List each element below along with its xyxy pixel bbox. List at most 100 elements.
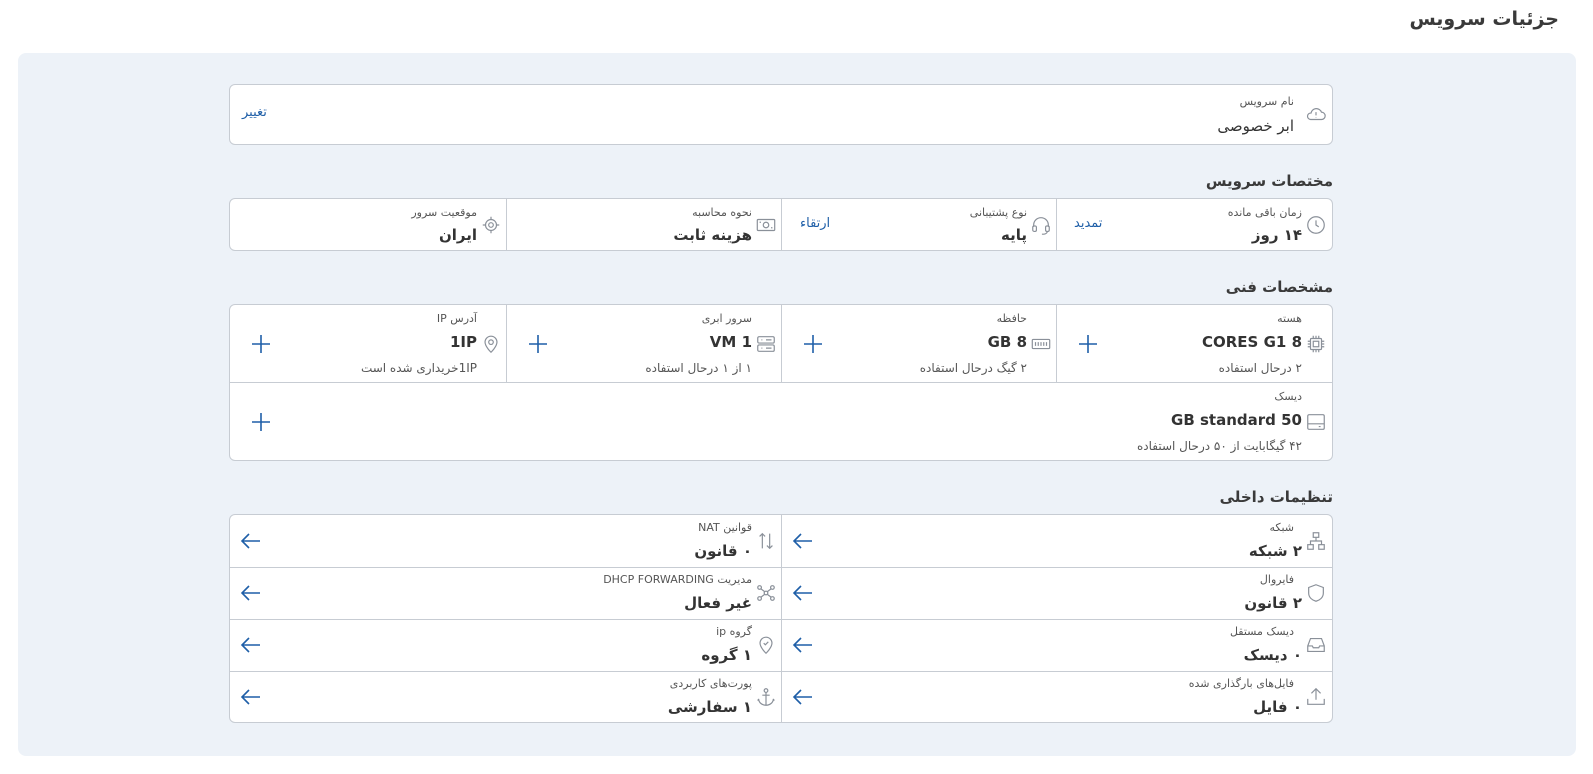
network-label: شبکه (1269, 521, 1294, 534)
money-icon (754, 213, 778, 237)
internal-section-title: تنظیمات داخلی (1219, 488, 1333, 506)
server-location-cell: موقعیت سرور ایران (230, 199, 507, 250)
ip-group-row[interactable]: گروه ip ۱ گروه (230, 619, 782, 671)
service-name-value: ابر خصوصی (1217, 117, 1294, 135)
vm-label: سرور ابری (701, 312, 752, 325)
add-disk-button[interactable] (248, 409, 274, 435)
nat-row[interactable]: قوانین NAT ۰ قانون (230, 515, 782, 567)
uploaded-files-label: فایل‌های بارگذاری شده (1188, 677, 1294, 690)
service-name-label: نام سرویس (1239, 95, 1294, 108)
support-type-cell: نوع پشتیبانی پایه ارتقاء (782, 199, 1057, 250)
anchor-icon (754, 685, 778, 709)
disk-cell: دیسک 50 GB standard ۴۲ گیگابایت از ۵۰ در… (230, 383, 1332, 460)
cores-cell: هسته 8 CORES G1 ۲ درحال استفاده (1057, 305, 1332, 382)
clock-icon (1304, 213, 1328, 237)
cpu-icon (1304, 332, 1328, 356)
headset-icon (1029, 213, 1053, 237)
tech-box: هسته 8 CORES G1 ۲ درحال استفاده حافظه 8 … (229, 304, 1333, 461)
vm-usage: ۱ از ۱ درحال استفاده (645, 361, 752, 375)
inbox-icon (1304, 633, 1328, 657)
tech-section-title: مشخصات فنی (1225, 278, 1333, 296)
add-cores-button[interactable] (1075, 331, 1101, 357)
add-memory-button[interactable] (800, 331, 826, 357)
ip-group-label: گروه ip (716, 625, 752, 638)
disk-usage: ۴۲ گیگابایت از ۵۰ درحال استفاده (1136, 439, 1302, 453)
firewall-arrow-icon[interactable] (790, 580, 816, 606)
vm-value: 1 VM (709, 333, 752, 351)
billing-value: هزینه ثابت (673, 226, 752, 244)
internal-box: شبکه ۲ شبکه قوانین NAT ۰ قانون فایروال ۲… (229, 514, 1333, 723)
specs-section-title: مختصات سرویس (1205, 172, 1333, 190)
page-title: جزئیات سرویس (1409, 8, 1559, 30)
memory-label: حافظه (996, 312, 1027, 325)
user-ports-label: پورت‌های کاربردی (669, 677, 752, 690)
independent-disk-arrow-icon[interactable] (790, 632, 816, 658)
specs-box: زمان باقی مانده ۱۴ روز تمدید نوع پشتیبان… (229, 198, 1333, 251)
cores-label: هسته (1277, 312, 1302, 325)
shield-icon (1304, 581, 1328, 605)
network-arrow-icon[interactable] (790, 528, 816, 554)
add-vm-button[interactable] (525, 331, 551, 357)
upload-icon (1304, 685, 1328, 709)
cores-value: 8 CORES G1 (1201, 333, 1302, 351)
network-value: ۲ شبکه (1248, 542, 1302, 560)
independent-disk-value: ۰ دیسک (1243, 646, 1302, 664)
firewall-label: فایروال (1259, 573, 1294, 586)
memory-value: 8 GB (987, 333, 1027, 351)
ip-group-value: ۱ گروه (701, 646, 752, 664)
nat-value: ۰ قانون (694, 542, 752, 560)
service-name-box: نام سرویس ابر خصوصی تغییر (229, 84, 1333, 145)
dhcp-row[interactable]: مدیریت DHCP FORWARDING غیر فعال (230, 567, 782, 619)
network-row[interactable]: شبکه ۲ شبکه (782, 515, 1332, 567)
disk-label: دیسک (1274, 390, 1302, 403)
memory-cell: حافظه 8 GB ۲ گیگ درحال استفاده (782, 305, 1057, 382)
server-location-value: ایران (438, 226, 477, 244)
user-ports-arrow-icon[interactable] (238, 684, 264, 710)
server-location-label: موقعیت سرور (411, 206, 477, 219)
upgrade-link[interactable]: ارتقاء (800, 216, 830, 231)
firewall-row[interactable]: فایروال ۲ قانون (782, 567, 1332, 619)
pin-check-icon (754, 633, 778, 657)
dhcp-value: غیر فعال (684, 594, 752, 612)
add-ip-button[interactable] (248, 331, 274, 357)
cloud-alert-icon (1304, 102, 1328, 126)
ip-cell: آدرس IP 1IP 1IPخریداری شده است (230, 305, 507, 382)
nat-label: قوانین NAT (698, 521, 752, 534)
dhcp-arrow-icon[interactable] (238, 580, 264, 606)
disk-value: 50 GB standard (1171, 411, 1302, 429)
map-pin-icon (479, 332, 503, 356)
ip-label: آدرس IP (436, 312, 477, 325)
ip-value: 1IP (449, 333, 477, 351)
independent-disk-label: دیسک مستقل (1229, 625, 1294, 638)
uploaded-files-value: ۰ فایل (1253, 698, 1302, 716)
renew-link[interactable]: تمدید (1074, 216, 1102, 231)
ip-usage: 1IPخریداری شده است (360, 361, 477, 375)
independent-disk-row[interactable]: دیسک مستقل ۰ دیسک (782, 619, 1332, 671)
ip-group-arrow-icon[interactable] (238, 632, 264, 658)
vm-cell: سرور ابری 1 VM ۱ از ۱ درحال استفاده (507, 305, 782, 382)
network-icon (1304, 529, 1328, 553)
cores-usage: ۲ درحال استفاده (1218, 361, 1302, 375)
change-service-link[interactable]: تغییر (242, 105, 267, 120)
uploaded-files-arrow-icon[interactable] (790, 684, 816, 710)
dhcp-label: مدیریت DHCP FORWARDING (603, 573, 752, 586)
user-ports-row[interactable]: پورت‌های کاربردی ۱ سفارشی (230, 671, 782, 722)
uploaded-files-row[interactable]: فایل‌های بارگذاری شده ۰ فایل (782, 671, 1332, 722)
memory-usage: ۲ گیگ درحال استفاده (919, 361, 1027, 375)
billing-label: نحوه محاسبه (692, 206, 752, 219)
location-target-icon (479, 213, 503, 237)
service-panel: نام سرویس ابر خصوصی تغییر مختصات سرویس ز… (18, 53, 1576, 756)
server-icon (754, 332, 778, 356)
swap-arrows-icon (754, 529, 778, 553)
nat-arrow-icon[interactable] (238, 528, 264, 554)
remaining-time-cell: زمان باقی مانده ۱۴ روز تمدید (1057, 199, 1332, 250)
billing-cell: نحوه محاسبه هزینه ثابت (507, 199, 782, 250)
nodes-icon (754, 581, 778, 605)
remaining-time-value: ۱۴ روز (1251, 226, 1302, 244)
remaining-time-label: زمان باقی مانده (1227, 206, 1302, 219)
hard-drive-icon (1304, 410, 1328, 434)
user-ports-value: ۱ سفارشی (667, 698, 752, 716)
ram-icon (1029, 332, 1053, 356)
support-type-label: نوع پشتیبانی (969, 206, 1027, 219)
support-type-value: پایه (1001, 226, 1027, 244)
